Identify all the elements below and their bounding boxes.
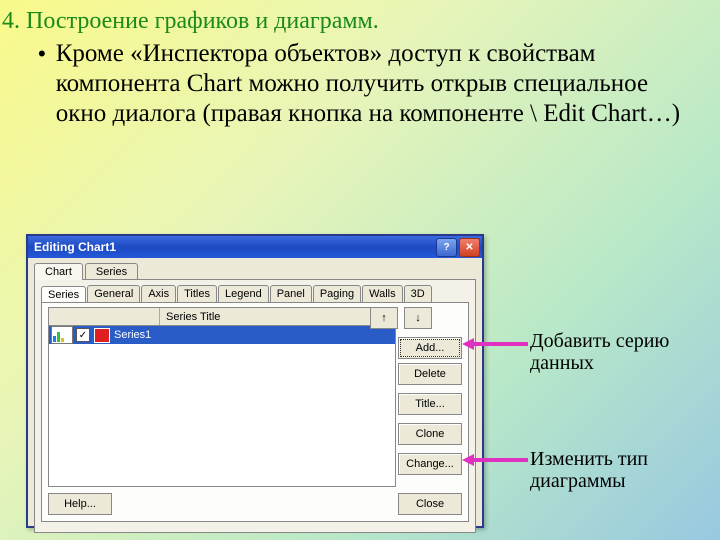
heading-number: 4. bbox=[2, 8, 12, 35]
column-grip[interactable] bbox=[49, 308, 160, 325]
series-type-icon bbox=[51, 326, 73, 344]
titlebar[interactable]: Editing Chart1 ? ✕ bbox=[28, 236, 482, 258]
series-color-swatch[interactable] bbox=[94, 328, 110, 343]
tab-series-outer[interactable]: Series bbox=[85, 263, 138, 280]
delete-button[interactable]: Delete bbox=[398, 363, 462, 385]
series-visible-checkbox[interactable]: ✓ bbox=[76, 328, 90, 342]
annotation-change: Изменить тип диаграммы bbox=[530, 448, 710, 492]
heading: 4. Построение графиков и диаграмм. bbox=[20, 8, 700, 35]
slide: 4. Построение графиков и диаграмм. • Кро… bbox=[0, 0, 720, 540]
bullet-text: Кроме «Инспектора объектов» доступ к сво… bbox=[56, 39, 696, 129]
heading-text: Построение графиков и диаграмм. bbox=[26, 8, 379, 35]
tab-chart[interactable]: Chart bbox=[34, 263, 83, 280]
close-window-button[interactable]: ✕ bbox=[459, 238, 480, 257]
tab-walls[interactable]: Walls bbox=[362, 285, 402, 302]
tab-3d[interactable]: 3D bbox=[404, 285, 432, 302]
inner-tabs: Series General Axis Titles Legend Panel … bbox=[35, 280, 475, 302]
series-panel: Series Title ✓ Series1 ↑ ↓ Add... Delet bbox=[41, 302, 469, 522]
bullet-mark: • bbox=[38, 39, 46, 129]
clone-button[interactable]: Clone bbox=[398, 423, 462, 445]
column-title: Series Title bbox=[160, 311, 220, 323]
tab-legend[interactable]: Legend bbox=[218, 285, 269, 302]
bullet-row: • Кроме «Инспектора объектов» доступ к с… bbox=[38, 39, 700, 129]
tab-axis[interactable]: Axis bbox=[141, 285, 176, 302]
change-button[interactable]: Change... bbox=[398, 453, 462, 475]
tab-paging[interactable]: Paging bbox=[313, 285, 361, 302]
outer-panel: Series General Axis Titles Legend Panel … bbox=[34, 279, 476, 533]
series-list[interactable]: ✓ Series1 bbox=[48, 325, 396, 487]
chart-editor-dialog: Editing Chart1 ? ✕ Chart Series Series G… bbox=[26, 234, 484, 528]
move-up-button[interactable]: ↑ bbox=[370, 307, 398, 329]
series-columns: Series Title bbox=[48, 307, 396, 326]
outer-tabs: Chart Series bbox=[28, 258, 482, 279]
tab-series[interactable]: Series bbox=[41, 286, 86, 303]
tab-panel[interactable]: Panel bbox=[270, 285, 312, 302]
move-down-button[interactable]: ↓ bbox=[404, 307, 432, 329]
help-button[interactable]: Help... bbox=[48, 493, 112, 515]
tab-general[interactable]: General bbox=[87, 285, 140, 302]
annotation-add: Добавить серию данных bbox=[530, 330, 700, 374]
list-item[interactable]: ✓ Series1 bbox=[49, 326, 395, 344]
add-button[interactable]: Add... bbox=[398, 337, 462, 359]
window-title: Editing Chart1 bbox=[34, 240, 434, 254]
close-button[interactable]: Close bbox=[398, 493, 462, 515]
series-label: Series1 bbox=[114, 329, 151, 341]
help-window-button[interactable]: ? bbox=[436, 238, 457, 257]
title-button[interactable]: Title... bbox=[398, 393, 462, 415]
tab-titles[interactable]: Titles bbox=[177, 285, 217, 302]
